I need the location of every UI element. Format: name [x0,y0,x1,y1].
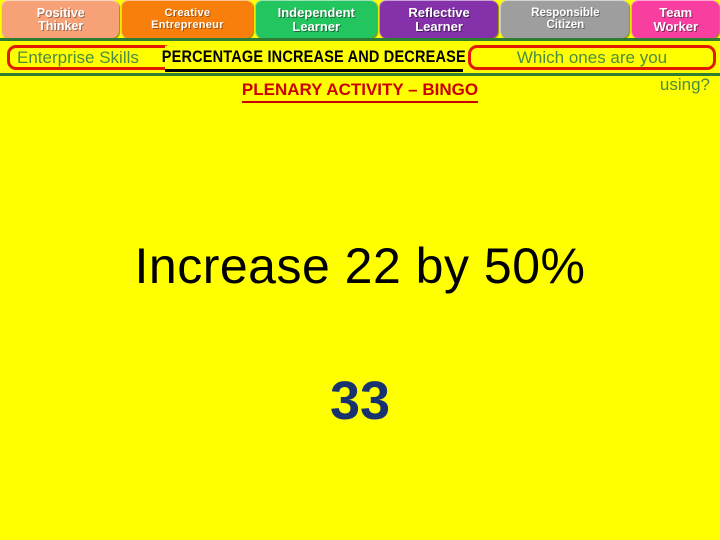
tab-creative-entrepreneur-line2: Entrepreneur [151,18,224,31]
question-area: Increase 22 by 50% [0,237,720,295]
tab-responsible-citizen[interactable]: Responsible Citizen [500,0,630,38]
tab-reflective-learner[interactable]: Reflective Learner [378,0,499,38]
tab-creative-entrepreneur-line1: Creative [164,7,211,20]
which-ones-prompt-line2: using? [659,75,710,94]
tab-independent-learner-line1: Independent [277,5,355,21]
tab-creative-entrepreneur[interactable]: Creative Entrepreneur [121,0,253,38]
learner-attributes-tab-strip: Positive Thinker Creative Entrepreneur I… [0,0,720,38]
question-text: Increase 22 by 50% [134,238,586,294]
which-ones-prompt-box: Which ones are you [468,45,716,70]
tab-independent-learner[interactable]: Independent Learner [254,0,377,38]
tab-team-worker[interactable]: Team Worker [631,0,719,38]
tab-independent-learner-line2: Learner [292,18,341,34]
divider-green-top [0,38,720,41]
answer-text: 33 [329,371,391,431]
tab-team-worker-line1: Team [659,5,693,21]
enterprise-skills-box: Enterprise Skills [7,45,173,70]
enterprise-skills-label: Enterprise Skills [17,47,139,67]
lesson-title-text: PERCENTAGE INCREASE AND DECREASE [161,48,467,66]
tab-responsible-citizen-line1: Responsible [531,6,600,19]
tab-reflective-learner-line2: Learner [415,18,463,34]
answer-area: 33 [0,370,720,432]
tab-reflective-learner-line1: Reflective [408,5,470,21]
tab-team-worker-line2: Worker [653,18,699,34]
tab-responsible-citizen-line2: Citizen [546,18,585,31]
tab-positive-thinker-line2: Thinker [38,18,84,33]
which-ones-prompt-line1: Which ones are you [516,47,668,67]
lesson-title-banner: PERCENTAGE INCREASE AND DECREASE [161,46,467,72]
tab-positive-thinker-line1: Positive [36,5,85,20]
tab-positive-thinker[interactable]: Positive Thinker [1,0,120,38]
plenary-activity-text: PLENARY ACTIVITY – BINGO [241,80,479,103]
